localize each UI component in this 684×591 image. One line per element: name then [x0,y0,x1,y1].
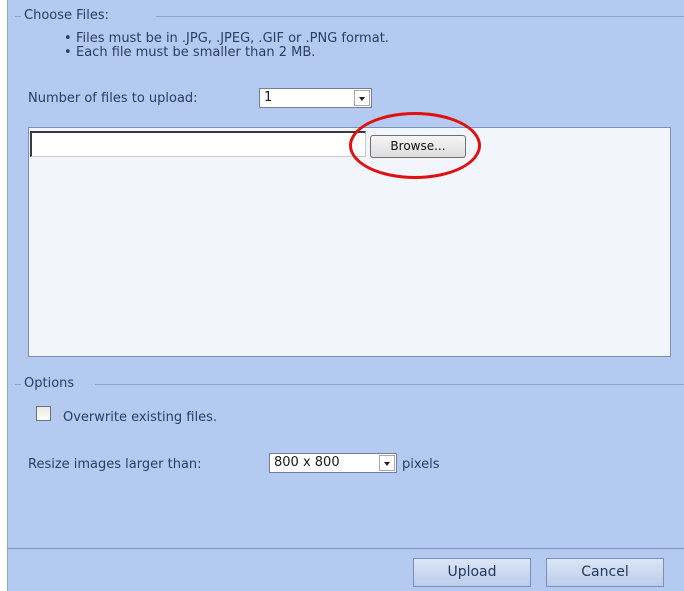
num-files-label: Number of files to upload: [28,91,198,106]
cancel-button[interactable]: Cancel [546,558,664,587]
footer-divider [7,548,684,549]
overwrite-checkbox[interactable] [36,406,51,421]
resize-suffix: pixels [402,457,440,472]
chevron-down-icon[interactable] [379,455,395,471]
choose-files-divider-right [156,16,684,17]
file-size-rule: Each file must be smaller than 2 MB. [64,46,389,60]
num-files-value: 1 [264,90,273,105]
num-files-select[interactable]: 1 [259,88,372,108]
overwrite-label: Overwrite existing files. [63,410,217,425]
file-format-rule: Files must be in .JPG, .JPEG, .GIF or .P… [64,32,389,46]
highlight-circle [349,112,481,179]
file-path-input[interactable] [30,131,366,157]
choose-files-divider-left [15,16,21,17]
resize-label: Resize images larger than: [28,457,202,472]
file-rules-list: Files must be in .JPG, .JPEG, .GIF or .P… [64,32,389,60]
options-divider-left [15,384,21,385]
resize-select[interactable]: 800 x 800 [269,453,397,473]
chevron-down-icon[interactable] [354,90,370,106]
options-divider-right [95,384,684,385]
upload-button[interactable]: Upload [413,558,531,587]
resize-value: 800 x 800 [274,455,340,470]
file-upload-panel [28,127,671,357]
options-legend: Options [22,376,77,392]
choose-files-legend: Choose Files: [22,8,112,24]
